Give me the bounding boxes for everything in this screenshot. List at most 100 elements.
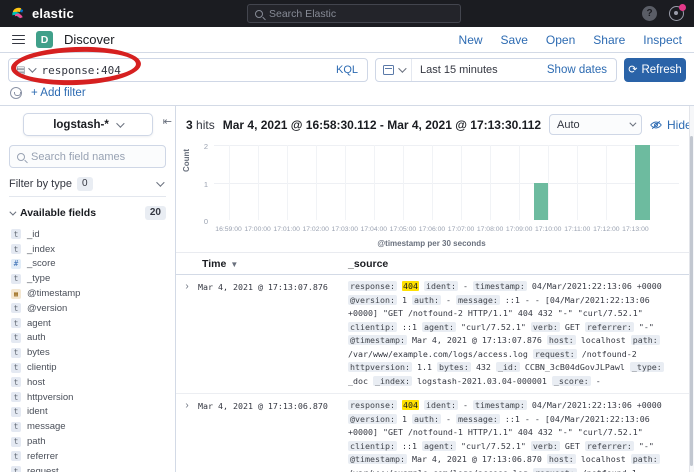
source-field-name: path: — [631, 335, 660, 345]
source-field-name: timestamp: — [473, 281, 527, 291]
field-item-auth[interactable]: tauth — [9, 331, 166, 346]
filter-bar: + Add filter — [0, 86, 694, 106]
help-icon[interactable]: ? — [642, 6, 657, 21]
open-button[interactable]: Open — [546, 33, 575, 47]
app-badge[interactable]: D — [36, 31, 53, 48]
y-axis-label: Count — [182, 149, 191, 172]
collapse-sidebar-icon[interactable]: ⇤ — [163, 115, 172, 128]
index-pattern-select[interactable]: logstash-* — [23, 113, 153, 136]
field-item-bytes[interactable]: tbytes — [9, 345, 166, 360]
refresh-button[interactable]: ⟳ Refresh — [624, 58, 686, 82]
gridline — [519, 145, 520, 220]
field-item-@timestamp[interactable]: ▦@timestamp — [9, 286, 166, 301]
global-header: elastic Search Elastic ? — [0, 0, 694, 27]
expand-row-icon[interactable]: › — [176, 399, 198, 472]
histogram-bar[interactable] — [635, 145, 650, 220]
source-field-value: /var/www/example.com/logs/access.log — [348, 468, 528, 472]
field-item-agent[interactable]: tagent — [9, 316, 166, 331]
saved-query-menu-icon[interactable]: ▤ — [9, 65, 41, 76]
gridline — [229, 145, 230, 220]
field-item-_type[interactable]: t_type — [9, 271, 166, 286]
source-field-name: path: — [631, 454, 660, 464]
query-text[interactable]: response:404 — [41, 64, 327, 77]
query-language-button[interactable]: KQL — [327, 64, 367, 76]
field-item-clientip[interactable]: tclientip — [9, 360, 166, 375]
date-picker[interactable]: Last 15 minutes Show dates — [375, 58, 617, 82]
source-field-name: host: — [547, 335, 576, 345]
source-field-name: timestamp: — [473, 400, 527, 410]
field-item-httpversion[interactable]: thttpversion — [9, 390, 166, 405]
field-search-input[interactable]: Search field names — [9, 145, 166, 168]
hide-chart-button[interactable]: Hide chart — [650, 118, 694, 132]
available-fields-header[interactable]: Available fields 20 — [9, 206, 166, 220]
field-item-request[interactable]: trequest — [9, 464, 166, 472]
chevron-down-icon — [9, 208, 16, 215]
global-search-input[interactable]: Search Elastic — [247, 4, 461, 23]
field-item-path[interactable]: tpath — [9, 434, 166, 449]
source-field-value: ::1 — [402, 441, 417, 451]
plot-area[interactable] — [214, 145, 679, 220]
x-axis-label: @timestamp per 30 seconds — [377, 239, 485, 248]
show-dates-button[interactable]: Show dates — [547, 64, 616, 76]
source-field-value: "curl/7.52.1" — [461, 441, 526, 451]
source-field-value: GET — [565, 441, 580, 451]
field-item-@version[interactable]: t@version — [9, 301, 166, 316]
filter-options-icon[interactable] — [10, 87, 22, 99]
time-range-value[interactable]: Last 15 minutes — [412, 64, 498, 76]
save-button[interactable]: Save — [501, 33, 528, 47]
interval-select[interactable]: Auto — [549, 114, 642, 135]
sort-descending-icon[interactable]: ▼ — [230, 260, 238, 269]
source-field-value: /notfound-2 — [582, 349, 637, 359]
field-type-icon: t — [11, 451, 21, 461]
field-item-message[interactable]: tmessage — [9, 419, 166, 434]
quick-select-menu[interactable] — [376, 59, 412, 81]
x-tick-label: 17:11:00 — [564, 226, 590, 233]
field-name: _score — [27, 258, 56, 269]
field-type-icon: t — [11, 348, 21, 358]
y-tick-label: 0 — [194, 217, 208, 226]
inspect-button[interactable]: Inspect — [643, 33, 682, 47]
document-time: Mar 4, 2021 @ 17:13:06.870 — [198, 399, 348, 472]
field-type-icon: t — [11, 318, 21, 328]
scrollbar-thumb[interactable] — [690, 136, 693, 466]
query-input[interactable]: ▤ response:404 KQL — [8, 58, 368, 82]
field-item-_score[interactable]: #_score — [9, 257, 166, 272]
highlighted-value: 404 — [402, 281, 419, 291]
x-tick-label: 17:13:00 — [622, 226, 648, 233]
menu-icon[interactable] — [12, 35, 25, 45]
source-field-name: verb: — [531, 441, 560, 451]
alerts-icon[interactable] — [669, 6, 684, 21]
filter-by-type-button[interactable]: Filter by type 0 — [9, 171, 166, 197]
field-item-_index[interactable]: t_index — [9, 242, 166, 257]
highlighted-value: 404 — [402, 400, 419, 410]
source-field-name: @version: — [348, 414, 397, 424]
new-button[interactable]: New — [459, 33, 483, 47]
eye-slash-icon — [650, 119, 662, 131]
available-fields-count-badge: 20 — [145, 206, 166, 220]
add-filter-button[interactable]: + Add filter — [31, 87, 86, 99]
fields-sidebar: ⇤ logstash-* Search field names Filter b… — [0, 106, 176, 472]
x-tick-label: 17:12:00 — [593, 226, 619, 233]
y-tick-label: 2 — [194, 142, 208, 151]
field-type-icon: t — [11, 274, 21, 284]
time-column-header[interactable]: Time▼ — [176, 258, 348, 270]
field-item-_id[interactable]: t_id — [9, 227, 166, 242]
source-field-name: ident: — [424, 400, 458, 410]
field-item-host[interactable]: thost — [9, 375, 166, 390]
elastic-logo-icon[interactable] — [10, 6, 25, 21]
source-field-value: Mar 4, 2021 @ 17:13:07.876 — [412, 335, 542, 345]
source-field-value: 1.1 — [417, 362, 432, 372]
expand-row-icon[interactable]: › — [176, 280, 198, 388]
search-icon — [255, 10, 263, 18]
histogram-bar[interactable] — [534, 183, 549, 221]
field-item-referrer[interactable]: treferrer — [9, 449, 166, 464]
hits-bar: 3 hits Mar 4, 2021 @ 16:58:30.112 - Mar … — [176, 106, 689, 138]
scrollbar[interactable] — [689, 106, 694, 472]
share-button[interactable]: Share — [593, 33, 625, 47]
source-field-name: agent: — [422, 322, 456, 332]
histogram-chart[interactable]: Count @timestamp per 30 seconds 16:59:00… — [182, 140, 681, 250]
source-field-value: GET — [565, 322, 580, 332]
field-type-icon: t — [11, 437, 21, 447]
field-item-ident[interactable]: tident — [9, 405, 166, 420]
source-field-name: @timestamp: — [348, 335, 407, 345]
